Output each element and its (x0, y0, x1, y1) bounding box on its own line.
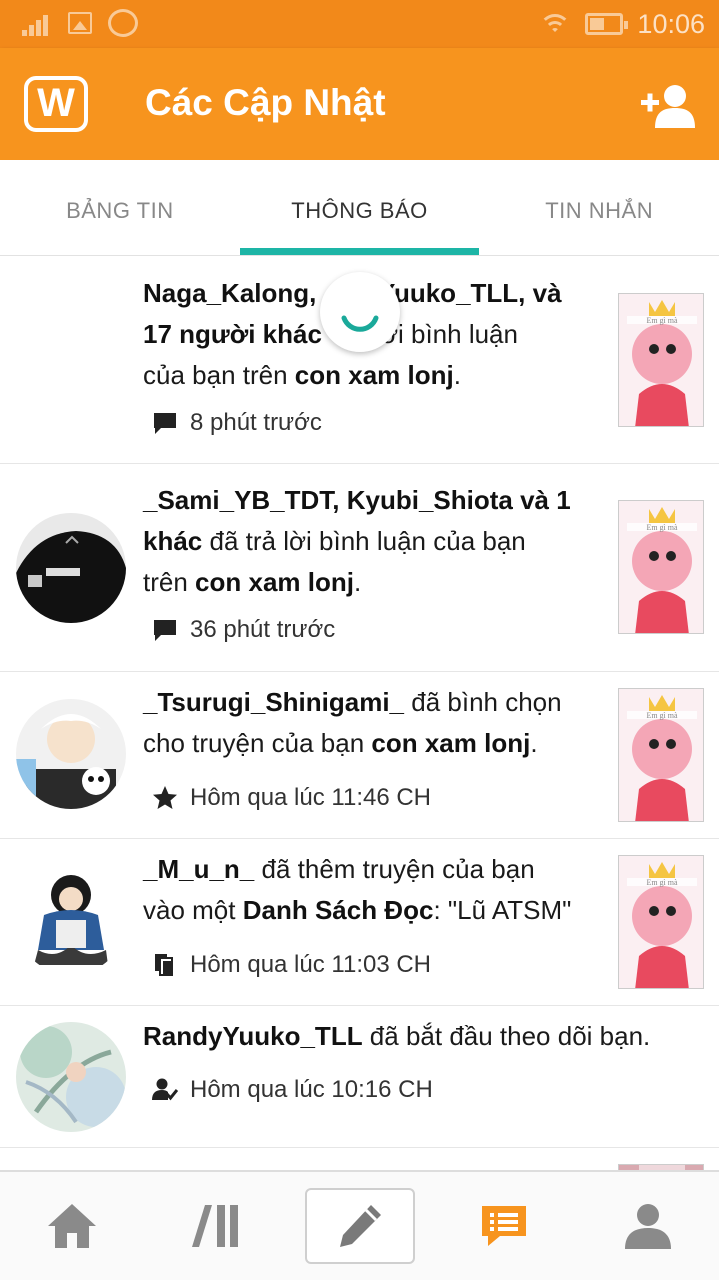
reading-list-label[interactable]: Danh Sách Đọc (243, 895, 434, 925)
actor-names[interactable]: _Sami_YB_TDT, Kyubi_Shiota và 1 (143, 485, 571, 515)
story-title[interactable]: con xam lonj (195, 567, 354, 597)
tab-messages[interactable]: TIN NHẮN (479, 160, 719, 255)
nav-library[interactable] (161, 1188, 271, 1264)
reading-list-icon (155, 954, 173, 976)
story-cover-thumbnail[interactable]: Em gì mà (618, 500, 704, 634)
nav-updates[interactable] (449, 1188, 559, 1264)
notification-text: RandyYuuko_TLL đã bắt đầu theo dõi bạn. (143, 1016, 683, 1057)
story-cover-thumbnail[interactable]: Em gì mà (618, 688, 704, 822)
actor-name[interactable]: _M_u_n_ (143, 854, 254, 884)
star-icon (153, 786, 177, 809)
actor-name[interactable]: _Tsurugi_Shinigami_ (143, 687, 404, 717)
notification-text: _Sami_YB_TDT, Kyubi_Shiota và 1 khác đã … (143, 480, 588, 603)
add-user-icon[interactable] (641, 82, 697, 128)
chat-notification-icon (108, 9, 138, 37)
pencil-icon (340, 1205, 381, 1247)
notification-list: Naga_Kalong, yYuuko_TLL, và 17 người khá… (0, 257, 719, 1208)
bottom-navigation (0, 1170, 719, 1280)
wattpad-logo[interactable]: W (24, 76, 88, 132)
notification-text: _M_u_n_ đã thêm truyện của bạn vào một D… (143, 849, 588, 931)
action-text: đã trả lời bình luận của bạn (202, 526, 526, 556)
wifi-icon (539, 12, 572, 36)
notification-item[interactable]: _Sami_YB_TDT, Kyubi_Shiota và 1 khác đã … (0, 464, 719, 672)
notification-text: _Tsurugi_Shinigami_ đã bình chọn cho tru… (143, 682, 588, 764)
punctuation: . (453, 360, 461, 390)
notification-meta: Hôm qua lúc 11:03 CH (152, 951, 431, 979)
updates-icon (482, 1206, 526, 1246)
signal-icon (22, 12, 54, 36)
status-bar: 10:06 (0, 0, 719, 48)
others-count[interactable]: khác (143, 526, 202, 556)
action-text-2: cho truyện của bạn (143, 728, 372, 758)
punctuation: . (353, 567, 362, 597)
story-cover-thumbnail[interactable]: Em gì mà (618, 293, 704, 427)
tab-notifications[interactable]: THÔNG BÁO (239, 160, 480, 255)
comment-icon (154, 620, 176, 641)
nav-home[interactable] (17, 1188, 127, 1264)
battery-icon (585, 13, 629, 35)
notification-time: Hôm qua lúc 10:16 CH (190, 1076, 433, 1103)
notification-meta: Hôm qua lúc 10:16 CH (152, 1076, 433, 1104)
action-text-2: trên (143, 567, 196, 597)
story-title[interactable]: con xam lonj (371, 728, 530, 758)
page-title: Các Cập Nhật (145, 82, 386, 123)
library-icon (192, 1205, 238, 1247)
reading-list-name[interactable]: : "Lũ ATSM" (433, 895, 571, 925)
action-text: đã bắt đầu theo dõi bạn. (362, 1021, 651, 1051)
tab-news-feed[interactable]: BẢNG TIN (0, 160, 240, 255)
action-text-2: của bạn trên (143, 360, 295, 390)
thumb-caption: Em gì mà (646, 878, 678, 887)
nav-write[interactable] (305, 1188, 415, 1264)
avatar[interactable] (16, 699, 126, 809)
action-text: đã thêm truyện của bạn (254, 854, 535, 884)
action-text-2: vào một (143, 895, 243, 925)
follow-icon (152, 1078, 178, 1101)
notification-item[interactable]: _M_u_n_ đã thêm truyện của bạn vào một D… (0, 839, 719, 1006)
others-count[interactable]: 17 người khác (143, 319, 322, 349)
notification-time: 8 phút trước (190, 409, 322, 436)
actor-names[interactable]: Naga_Kalong, (143, 278, 324, 308)
profile-icon (625, 1204, 671, 1249)
avatar[interactable] (16, 1022, 126, 1132)
loading-spinner (320, 272, 400, 352)
home-icon (48, 1204, 96, 1248)
status-time: 10:06 (637, 8, 705, 39)
avatar[interactable] (16, 513, 126, 623)
punctuation: . (530, 728, 538, 758)
avatar[interactable] (16, 865, 126, 975)
actor-name[interactable]: RandyYuuko_TLL (143, 1021, 363, 1051)
notification-time: Hôm qua lúc 11:46 CH (190, 784, 432, 811)
thumb-caption: Em gì mà (646, 711, 678, 720)
notification-time: 36 phút trước (190, 616, 336, 643)
action-text: đã bình chọn (404, 687, 562, 717)
tab-bar: BẢNG TIN THÔNG BÁO TIN NHẮN (0, 160, 719, 256)
notification-meta: 8 phút trước (152, 409, 322, 437)
story-title[interactable]: con xam lonj (295, 360, 454, 390)
thumb-caption: Em gì mà (646, 316, 678, 325)
comment-icon (154, 413, 176, 434)
app-bar: W Các Cập Nhật (0, 48, 719, 160)
notification-meta: 36 phút trước (152, 616, 335, 644)
notification-meta: Hôm qua lúc 11:46 CH (152, 784, 431, 812)
notification-item[interactable]: RandyYuuko_TLL đã bắt đầu theo dõi bạn. … (0, 1006, 719, 1148)
nav-profile[interactable] (593, 1188, 703, 1264)
notification-time: Hôm qua lúc 11:03 CH (190, 951, 432, 978)
image-notification-icon (68, 12, 92, 34)
story-cover-thumbnail[interactable]: Em gì mà (618, 855, 704, 989)
notification-item[interactable]: _Tsurugi_Shinigami_ đã bình chọn cho tru… (0, 672, 719, 839)
thumb-caption: Em gì mà (646, 523, 678, 532)
